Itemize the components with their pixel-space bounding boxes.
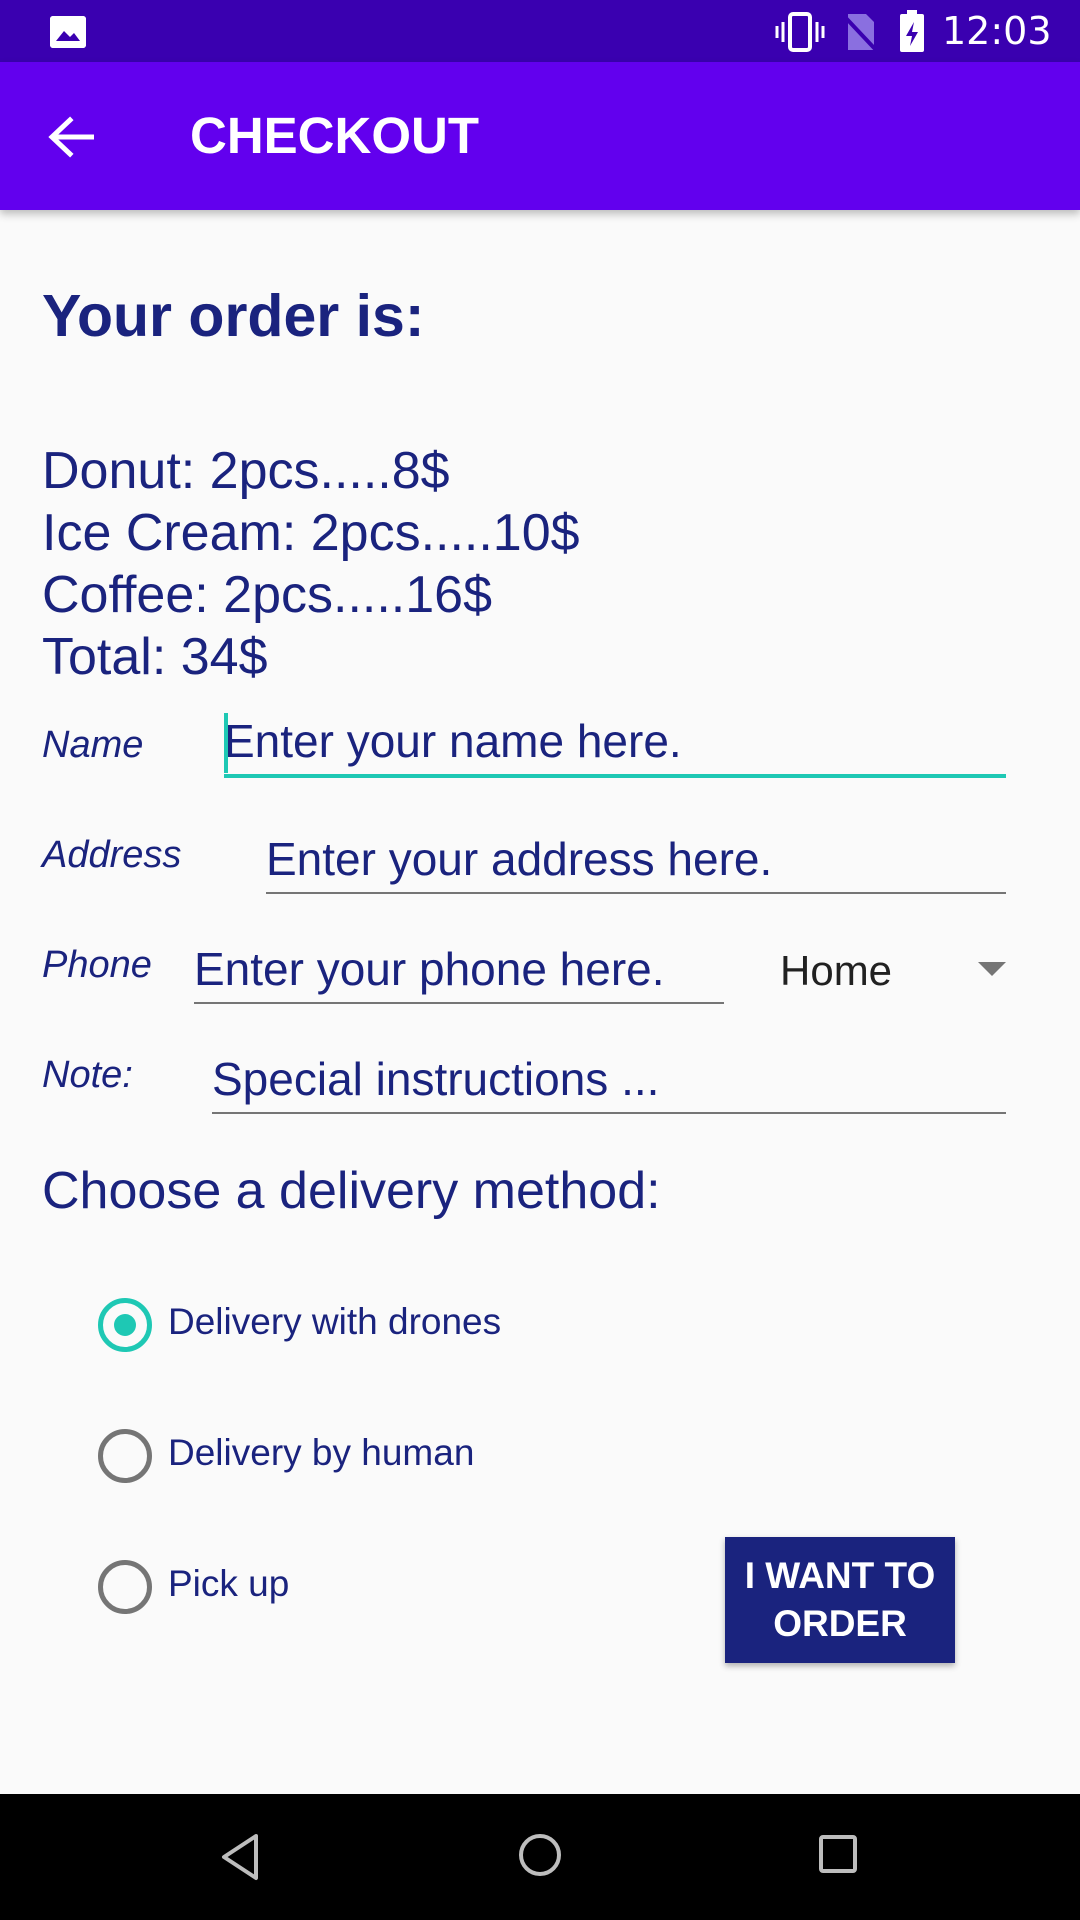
- radio-delivery-human[interactable]: Delivery by human: [98, 1425, 598, 1485]
- back-button[interactable]: [28, 102, 118, 172]
- phone-label: Phone: [42, 944, 152, 986]
- order-line-ice-cream: Ice Cream: 2pcs.....10$: [42, 504, 580, 562]
- note-label: Note:: [42, 1054, 133, 1096]
- radio-checked-icon: [98, 1298, 152, 1352]
- dropdown-arrow-icon: [978, 962, 1006, 976]
- phone-type-dropdown[interactable]: Home: [780, 940, 1010, 1002]
- navigation-bar: [0, 1794, 1080, 1920]
- order-line-coffee: Coffee: 2pcs.....16$: [42, 566, 492, 624]
- address-input[interactable]: [266, 826, 1006, 894]
- radio-dot: [114, 1314, 136, 1336]
- status-bar: 12:03: [0, 0, 1080, 62]
- order-line-donut: Donut: 2pcs.....8$: [42, 442, 450, 500]
- radio-label: Delivery by human: [168, 1432, 475, 1473]
- battery-charging-icon: [900, 10, 924, 52]
- name-label: Name: [42, 724, 144, 766]
- order-summary: Donut: 2pcs.....8$ Ice Cream: 2pcs.....1…: [42, 440, 580, 688]
- note-input[interactable]: [212, 1046, 1006, 1114]
- phone-input[interactable]: [194, 936, 724, 1004]
- clock: 12:03: [942, 9, 1052, 53]
- phone-type-value: Home: [780, 947, 893, 994]
- text-cursor: [224, 713, 228, 773]
- order-button[interactable]: I WANT TO ORDER: [725, 1537, 955, 1663]
- radio-delivery-drones[interactable]: Delivery with drones: [98, 1294, 598, 1354]
- no-sim-icon: [842, 14, 878, 52]
- nav-recents-icon[interactable]: [818, 1834, 858, 1874]
- nav-home-icon[interactable]: [517, 1832, 563, 1878]
- arrow-back-icon: [48, 116, 94, 158]
- nav-back-icon[interactable]: [218, 1832, 262, 1882]
- radio-unchecked-icon: [98, 1560, 152, 1614]
- gallery-icon: [50, 16, 86, 48]
- radio-label: Pick up: [168, 1563, 290, 1604]
- order-total: Total: 34$: [42, 628, 268, 686]
- radio-label: Delivery with drones: [168, 1301, 502, 1342]
- name-input[interactable]: [224, 708, 1006, 778]
- delivery-heading: Choose a delivery method:: [42, 1162, 661, 1220]
- radio-unchecked-icon: [98, 1429, 152, 1483]
- address-label: Address: [42, 834, 182, 876]
- vibrate-icon: [775, 12, 825, 52]
- app-bar: CHECKOUT: [0, 62, 1080, 210]
- page-title: CHECKOUT: [190, 107, 479, 164]
- radio-pick-up[interactable]: Pick up: [98, 1556, 398, 1616]
- order-heading: Your order is:: [42, 283, 425, 349]
